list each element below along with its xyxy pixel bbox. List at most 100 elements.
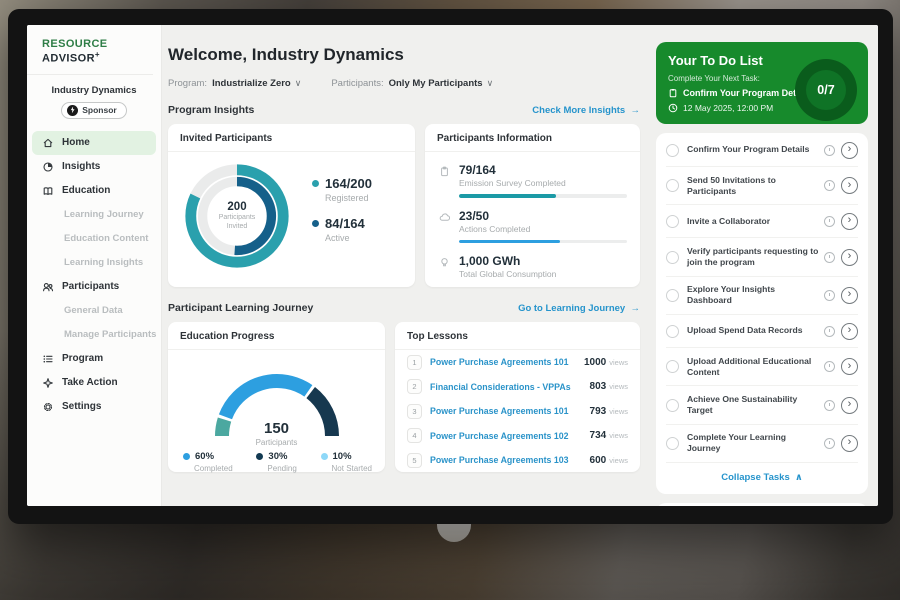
task-checkbox[interactable]: [666, 179, 679, 192]
task-label: Upload Spend Data Records: [687, 325, 824, 336]
task-info-icon[interactable]: [824, 290, 835, 301]
task-info-icon[interactable]: [824, 180, 835, 191]
logo-primary: RESOURCE: [42, 38, 108, 50]
sidebar-item-participants[interactable]: Participants: [27, 275, 161, 299]
legend-label: Registered: [325, 193, 372, 203]
lesson-views: 1000: [584, 357, 606, 368]
task-info-icon[interactable]: [824, 361, 835, 372]
legend-item-active: 84/164 Active: [312, 216, 372, 243]
sidebar-item-insights[interactable]: Insights: [27, 155, 161, 179]
task-info-icon[interactable]: [824, 145, 835, 156]
sidebar-item-program[interactable]: Program: [27, 347, 161, 371]
lesson-row: 5 Power Purchase Agreements 103 600views: [395, 448, 640, 473]
go-to-learning-journey-link[interactable]: Go to Learning Journey →: [518, 303, 640, 314]
metric-label: Total Global Consumption: [459, 269, 556, 279]
task-row: Verify participants requesting to join t…: [666, 238, 858, 276]
task-info-icon[interactable]: [824, 252, 835, 263]
sidebar-item-label: Program: [62, 353, 103, 364]
sidebar-item-settings[interactable]: Settings: [27, 395, 161, 419]
metric-total-consumption: 1,000 GWh Total Global Consumption: [425, 243, 640, 279]
task-checkbox[interactable]: [666, 399, 679, 412]
legend-value: 84/164: [325, 216, 365, 231]
lesson-views: 600: [590, 455, 607, 466]
clock-icon: [668, 103, 678, 113]
donut-center-label: Participants: [219, 213, 256, 222]
task-info-icon[interactable]: [824, 326, 835, 337]
sidebar-item-home[interactable]: Home: [32, 131, 156, 155]
lesson-title-link[interactable]: Power Purchase Agreements 101: [430, 357, 584, 367]
task-open-button[interactable]: ›: [841, 177, 858, 194]
task-info-icon[interactable]: [824, 438, 835, 449]
collapse-tasks-link[interactable]: Collapse Tasks ∧: [666, 463, 858, 493]
task-row: Upload Additional Educational Content ›: [666, 348, 858, 386]
todo-panel: Your To Do List Complete Your Next Task:…: [648, 25, 878, 506]
lesson-views-suffix: views: [609, 382, 628, 391]
settings-icon: [42, 401, 54, 413]
card-title: Education Progress: [168, 322, 385, 350]
lesson-title-link[interactable]: Power Purchase Agreements 101: [430, 406, 590, 416]
sidebar-item-learning-insights[interactable]: Learning Insights: [27, 251, 161, 275]
sidebar-item-education-content[interactable]: Education Content: [27, 227, 161, 251]
lesson-title-link[interactable]: Power Purchase Agreements 103: [430, 455, 590, 465]
invited-donut-chart: 200 Participants Invited: [178, 157, 296, 275]
task-open-button[interactable]: ›: [841, 358, 858, 375]
participants-filter[interactable]: Participants:Only My Participants∨: [331, 78, 493, 89]
program-filter[interactable]: Program:Industrialize Zero∨: [168, 78, 301, 89]
take-action-icon: [42, 377, 54, 389]
task-checkbox[interactable]: [666, 289, 679, 302]
sidebar-item-learning-journey[interactable]: Learning Journey: [27, 203, 161, 227]
task-info-icon[interactable]: [824, 216, 835, 227]
participants-filter-value: Only My Participants: [389, 78, 483, 89]
task-open-button[interactable]: ›: [841, 249, 858, 266]
metric-actions-completed: 23/50 Actions Completed: [425, 198, 640, 244]
task-label: Complete Your Learning Journey: [687, 432, 824, 454]
sponsor-badge[interactable]: Sponsor: [61, 102, 126, 119]
sidebar-item-general-data[interactable]: General Data: [27, 299, 161, 323]
task-open-button[interactable]: ›: [841, 142, 858, 159]
lesson-title-link[interactable]: Financial Considerations - VPPAs: [430, 382, 590, 392]
arrow-right-icon: →: [631, 105, 641, 116]
task-open-button[interactable]: ›: [841, 397, 858, 414]
filter-bar: Program:Industrialize Zero∨ Participants…: [168, 78, 640, 89]
program-filter-value: Industrialize Zero: [212, 78, 291, 89]
chevron-right-icon: ›: [848, 437, 852, 448]
task-checkbox[interactable]: [666, 251, 679, 264]
task-info-icon[interactable]: [824, 400, 835, 411]
lesson-views: 793: [590, 406, 607, 417]
legend-value: 10%: [333, 451, 352, 462]
donut-legend: 164/200 Registered 84/164 Active: [312, 176, 372, 256]
sidebar-item-take-action[interactable]: Take Action: [27, 371, 161, 395]
lesson-title-link[interactable]: Power Purchase Agreements 102: [430, 431, 590, 441]
chevron-right-icon: ›: [848, 361, 852, 372]
donut-center-label: Invited: [227, 222, 248, 231]
task-label: Send 50 Invitations to Participants: [687, 175, 824, 197]
learning-journey-heading: Participant Learning Journey: [168, 302, 313, 314]
task-checkbox[interactable]: [666, 360, 679, 373]
lesson-rank: 2: [407, 379, 422, 394]
todo-progress-value: 0/7: [817, 83, 834, 97]
sidebar-item-label: Education: [62, 185, 110, 196]
program-filter-label: Program:: [168, 78, 207, 89]
legend-value: 164/200: [325, 176, 372, 191]
metric-value: 1,000 GWh: [459, 254, 556, 268]
sidebar-item-label: Participants: [62, 281, 119, 292]
task-checkbox[interactable]: [666, 215, 679, 228]
task-label: Invite a Collaborator: [687, 216, 824, 227]
task-open-button[interactable]: ›: [841, 213, 858, 230]
sidebar-item-education[interactable]: Education: [27, 179, 161, 203]
program-icon: [42, 353, 54, 365]
app-logo: RESOURCE ADVISOR+: [27, 25, 153, 75]
card-title: Participants Information: [425, 124, 640, 152]
sidebar-item-manage-participants[interactable]: Manage Participants: [27, 323, 161, 347]
task-checkbox[interactable]: [666, 437, 679, 450]
program-insights-heading: Program Insights: [168, 104, 254, 116]
gauge-legend: 60% Completed 30% Pending 10% Not Starte…: [168, 447, 385, 473]
task-open-button[interactable]: ›: [841, 287, 858, 304]
task-checkbox[interactable]: [666, 325, 679, 338]
task-checkbox[interactable]: [666, 144, 679, 157]
participants-filter-label: Participants:: [331, 78, 383, 89]
check-more-insights-link[interactable]: Check More Insights →: [532, 105, 640, 116]
task-open-button[interactable]: ›: [841, 435, 858, 452]
legend-dot: [321, 453, 328, 460]
task-open-button[interactable]: ›: [841, 323, 858, 340]
